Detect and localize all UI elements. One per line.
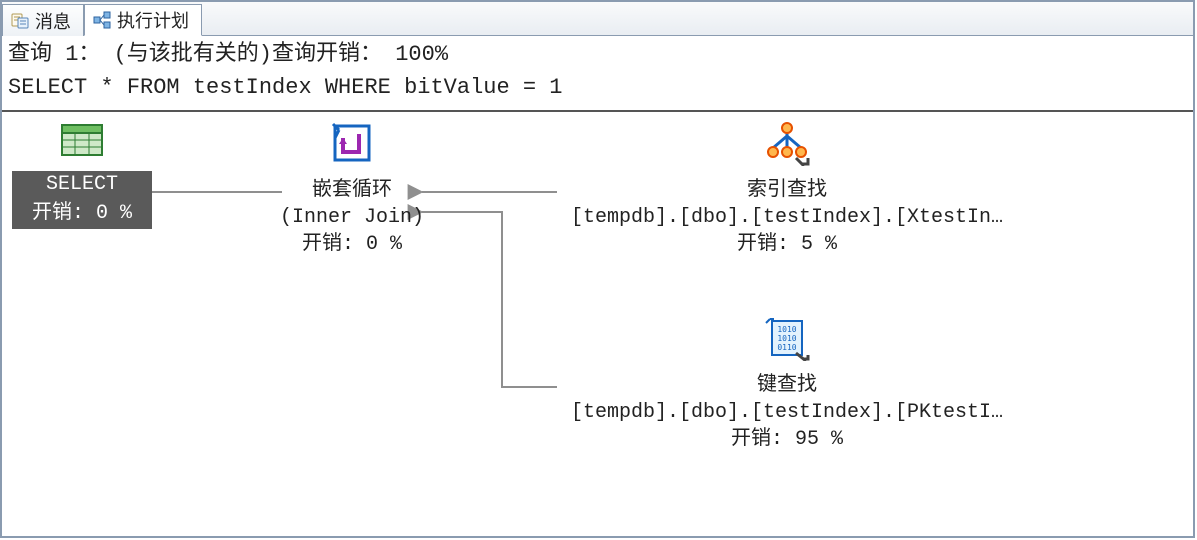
node-cost: 开销: 5 % — [557, 231, 1017, 258]
svg-text:1010: 1010 — [777, 334, 796, 343]
key-lookup-icon: 1010 1010 0110 — [764, 317, 810, 370]
tab-execution-plan[interactable]: 执行计划 — [84, 4, 202, 36]
window-frame: 消息 执行计划 查询 1： (与该批有关的)查询开销： 100% SELECT … — [0, 0, 1195, 538]
node-cost: 开销: 0 % — [252, 231, 452, 258]
query-cost-line: 查询 1： (与该批有关的)查询开销： 100% — [8, 42, 448, 67]
plan-node-nested-loop[interactable]: 嵌套循环 (Inner Join) 开销: 0 % — [252, 122, 452, 258]
node-title: 键查找 — [557, 372, 1017, 399]
execution-plan-icon — [93, 11, 111, 29]
index-seek-icon — [764, 122, 810, 175]
node-title: 嵌套循环 — [252, 177, 452, 204]
plan-node-key-lookup[interactable]: 1010 1010 0110 键查找 [tempdb].[dbo].[testI… — [557, 317, 1017, 453]
select-result-icon — [59, 122, 105, 169]
query-header: 查询 1： (与该批有关的)查询开销： 100% SELECT * FROM t… — [2, 36, 1193, 112]
node-title: SELECT — [12, 171, 152, 200]
tab-messages[interactable]: 消息 — [2, 4, 84, 36]
svg-text:1010: 1010 — [777, 325, 796, 334]
node-detail: (Inner Join) — [252, 204, 452, 231]
tab-label: 执行计划 — [117, 7, 189, 33]
plan-node-select[interactable]: SELECT 开销: 0 % — [12, 122, 152, 229]
messages-icon — [11, 12, 29, 30]
node-cost: 开销: 95 % — [557, 426, 1017, 453]
plan-node-index-seek[interactable]: 索引查找 [tempdb].[dbo].[testIndex].[XtestIn… — [557, 122, 1017, 258]
query-sql-text: SELECT * FROM testIndex WHERE bitValue =… — [8, 75, 563, 100]
node-title: 索引查找 — [557, 177, 1017, 204]
execution-plan-canvas[interactable]: SELECT 开销: 0 % 嵌套循环 (Inner Join) 开销: 0 % — [2, 112, 1193, 534]
node-cost: 开销: 0 % — [12, 200, 152, 229]
nested-loop-icon — [329, 122, 375, 175]
svg-text:0110: 0110 — [777, 343, 796, 352]
tab-strip: 消息 执行计划 — [2, 2, 1193, 36]
node-detail: [tempdb].[dbo].[testIndex].[PKtestI… — [557, 399, 1017, 426]
tab-label: 消息 — [35, 8, 71, 34]
node-detail: [tempdb].[dbo].[testIndex].[XtestIn… — [557, 204, 1017, 231]
